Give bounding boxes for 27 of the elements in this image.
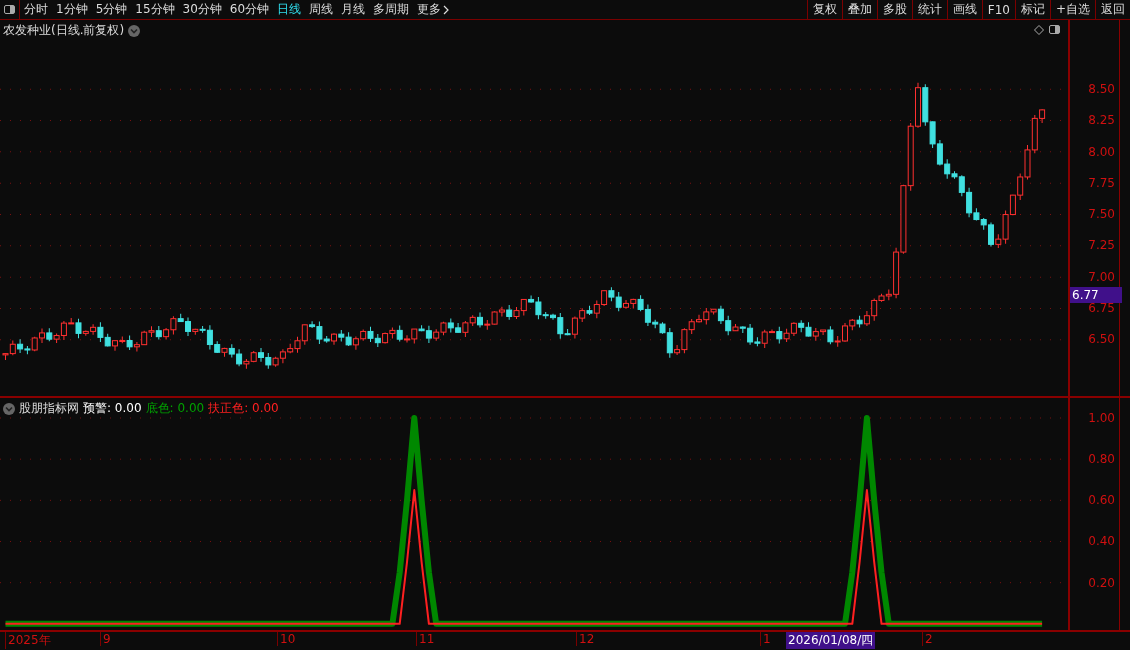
price-tick-label: 8.00 (1088, 144, 1115, 159)
time-axis-label: 11 (416, 632, 435, 646)
cursor-date-label: 2026/01/08/四 (786, 632, 876, 649)
time-axis-label: 2025年 (5, 632, 51, 649)
price-tick-label: 7.50 (1088, 207, 1115, 221)
indicator-tick-label: 0.40 (1088, 534, 1115, 549)
current-price-label: 6.77 (1070, 287, 1122, 304)
time-axis-label: 2 (922, 632, 933, 646)
price-tick-label: 6.50 (1088, 332, 1115, 346)
indicator-name: 股朋指标网 (19, 400, 79, 417)
price-tick-label: 7.25 (1088, 238, 1115, 253)
price-tick-label: 8.25 (1088, 113, 1115, 128)
indicator-tick-label: 0.80 (1088, 452, 1115, 467)
series-readout: 扶正色: 0.00 (208, 400, 279, 417)
price-tick-label: 7.00 (1088, 269, 1115, 284)
time-axis-label: 1 (760, 632, 771, 646)
chart-title: 农发种业(日线.前复权) (3, 22, 125, 39)
time-axis-label: 12 (576, 632, 595, 646)
indicator-tick-label: 0.20 (1088, 575, 1115, 590)
indicator-tick-label: 0.60 (1088, 493, 1115, 508)
indicator-tick-label: 1.00 (1088, 411, 1115, 425)
series-readout: 底色: 0.00 (145, 400, 205, 417)
price-tick-label: 8.50 (1088, 82, 1115, 96)
time-axis-label: 9 (100, 632, 111, 646)
time-axis-label: 10 (277, 632, 296, 646)
price-tick-label: 7.75 (1088, 175, 1115, 190)
alert-readout: 预警: 0.00 (83, 400, 142, 417)
